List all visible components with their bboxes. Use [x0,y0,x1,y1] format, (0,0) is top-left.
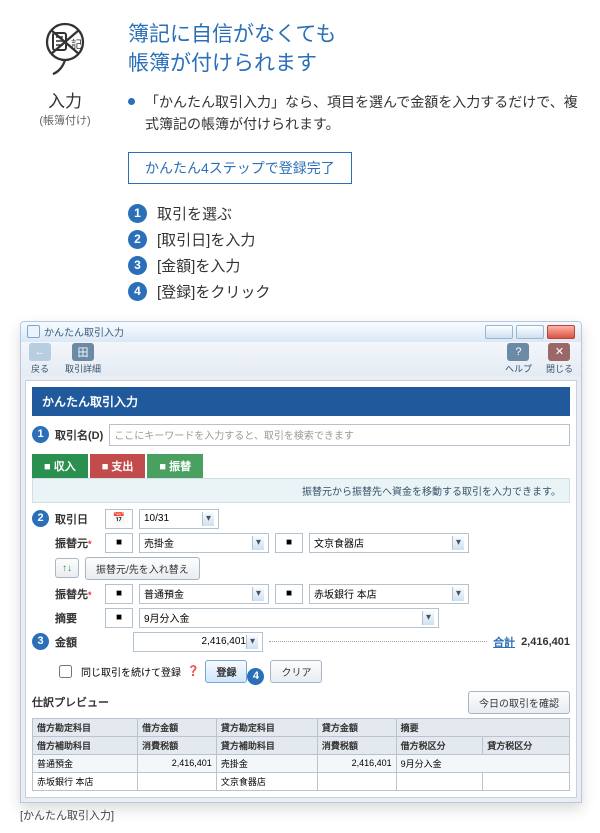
figure-caption: [かんたん取引入力] [20,807,580,823]
hero-desc: 「かんたん取引入力」なら、項目を選んで金額を入力するだけで、複式簿記の帳簿が付け… [145,91,580,136]
th: 消費税額 [138,736,217,754]
td: 2,416,401 [138,754,217,772]
window-title: かんたん取引入力 [44,324,124,339]
td: 2,416,401 [317,754,396,772]
amount-label: 金額 [55,634,99,650]
th: 貸方補助科目 [216,736,317,754]
step-num-4: 4 [128,282,147,301]
steps-list: 1 取引を選ぶ 2 [取引日]を入力 3 [金額]を入力 4 [登録]をクリック [128,203,580,302]
td: 普通預金 [33,754,138,772]
step-num-3: 3 [128,256,147,275]
hero-title: 簿記に自信がなくても 帳簿が付けられます [128,20,580,79]
amount-input[interactable]: 2,416,401▾ [133,632,263,652]
hero-icon-block: 記 入力 (帳簿付け) [20,20,110,128]
td: 文京食器店 [216,772,317,790]
src-label: 振替元* [55,535,99,551]
th: 消費税額 [317,736,396,754]
td: 赤坂銀行 本店 [33,772,138,790]
marker-3: 3 [32,633,49,650]
dst-aux-icon[interactable]: ■ [275,584,303,604]
tab-transfer[interactable]: ■ 振替 [147,454,203,478]
ledger-icon: 記 [37,20,93,76]
hero-title-l1: 簿記に自信がなくても [128,23,336,46]
toolbar-close[interactable]: ✕閉じる [546,343,573,375]
th: 借方税区分 [396,736,483,754]
dst-account-select[interactable]: 普通預金▾ [139,584,269,604]
hero-sublabel: (帳簿付け) [20,112,110,128]
register-button[interactable]: 登録 [205,660,247,683]
window-close-button[interactable] [547,325,575,339]
th: 借方補助科目 [33,736,138,754]
th: 借方金額 [138,718,217,736]
td: 9月分入金 [396,754,569,772]
date-picker-icon[interactable]: 📅 [105,509,133,529]
toolbar-back[interactable]: ←戻る [29,343,51,375]
tab-income[interactable]: ■ 収入 [32,454,88,478]
step-2: [取引日]を入力 [157,229,255,250]
th: 摘要 [396,718,569,736]
date-label: 取引日 [55,511,99,527]
app-window: かんたん取引入力 ←戻る 田取引詳細 ?ヘルプ ✕閉じる かんたん取引入力 1 [20,321,582,803]
remark-input[interactable]: 9月分入金▾ [139,608,439,628]
swap-label-button[interactable]: 振替元/先を入れ替え [85,557,200,580]
date-input[interactable]: 10/31▾ [139,509,219,529]
bullet-icon [128,98,135,105]
journal-table: 借方勘定科目 借方金額 貸方勘定科目 貸方金額 摘要 借方補助科目 消費税額 貸… [32,718,570,791]
th: 貸方税区分 [483,736,570,754]
today-button[interactable]: 今日の取引を確認 [468,691,570,714]
src-aux-select[interactable]: 文京食器店▾ [309,533,469,553]
step-3: [金額]を入力 [157,255,240,276]
window-max-button[interactable] [516,325,544,339]
marker-1: 1 [32,426,49,443]
toolbar: ←戻る 田取引詳細 ?ヘルプ ✕閉じる [21,342,581,376]
marker-4: 4 [247,668,264,685]
td [317,772,396,790]
tabs: ■ 収入 ■ 支出 ■ 振替 [32,454,570,478]
same-again-checkbox[interactable] [59,665,72,678]
help-icon[interactable]: ❓ [187,666,199,677]
tab-expense[interactable]: ■ 支出 [90,454,146,478]
hint-bar: 振替元から振替先へ資金を移動する取引を入力できます。 [32,478,570,503]
td [396,772,483,790]
same-again-label: 同じ取引を続けて登録 [81,664,181,679]
window-min-button[interactable] [485,325,513,339]
swap-button[interactable]: ↑↓ [55,558,79,578]
th: 借方勘定科目 [33,718,138,736]
search-label: 取引名(D) [55,427,103,443]
total-value: 2,416,401 [521,636,570,648]
total-label[interactable]: 合計 [493,634,515,650]
hero-label: 入力 [20,87,110,112]
search-input[interactable]: ここにキーワードを入力すると、取引を検索できます [109,424,570,446]
marker-2: 2 [32,510,49,527]
step-4: [登録]をクリック [157,281,270,302]
step-num-1: 1 [128,204,147,223]
step-num-2: 2 [128,230,147,249]
step-1: 取引を選ぶ [157,203,232,224]
td [483,772,570,790]
src-aux-icon[interactable]: ■ [275,533,303,553]
td: 売掛金 [216,754,317,772]
toolbar-detail[interactable]: 田取引詳細 [65,343,101,375]
src-account-select[interactable]: 売掛金▾ [139,533,269,553]
section-header: かんたん取引入力 [32,387,570,416]
dst-aux-select[interactable]: 赤坂銀行 本店▾ [309,584,469,604]
hero-title-l2: 帳簿が付けられます [128,52,317,75]
th: 貸方金額 [317,718,396,736]
preview-label: 仕訳プレビュー [32,694,109,710]
remark-icon[interactable]: ■ [105,608,133,628]
dst-label: 振替先* [55,586,99,602]
app-icon [27,325,40,338]
steps-chip: かんたん4ステップで登録完了 [128,152,352,184]
title-bar: かんたん取引入力 [21,322,581,342]
remark-label: 摘要 [55,610,99,626]
clear-button[interactable]: クリア [270,660,322,683]
total-line [269,641,487,642]
src-icon[interactable]: ■ [105,533,133,553]
td [138,772,217,790]
th: 貸方勘定科目 [216,718,317,736]
toolbar-help[interactable]: ?ヘルプ [505,343,532,375]
dst-icon[interactable]: ■ [105,584,133,604]
